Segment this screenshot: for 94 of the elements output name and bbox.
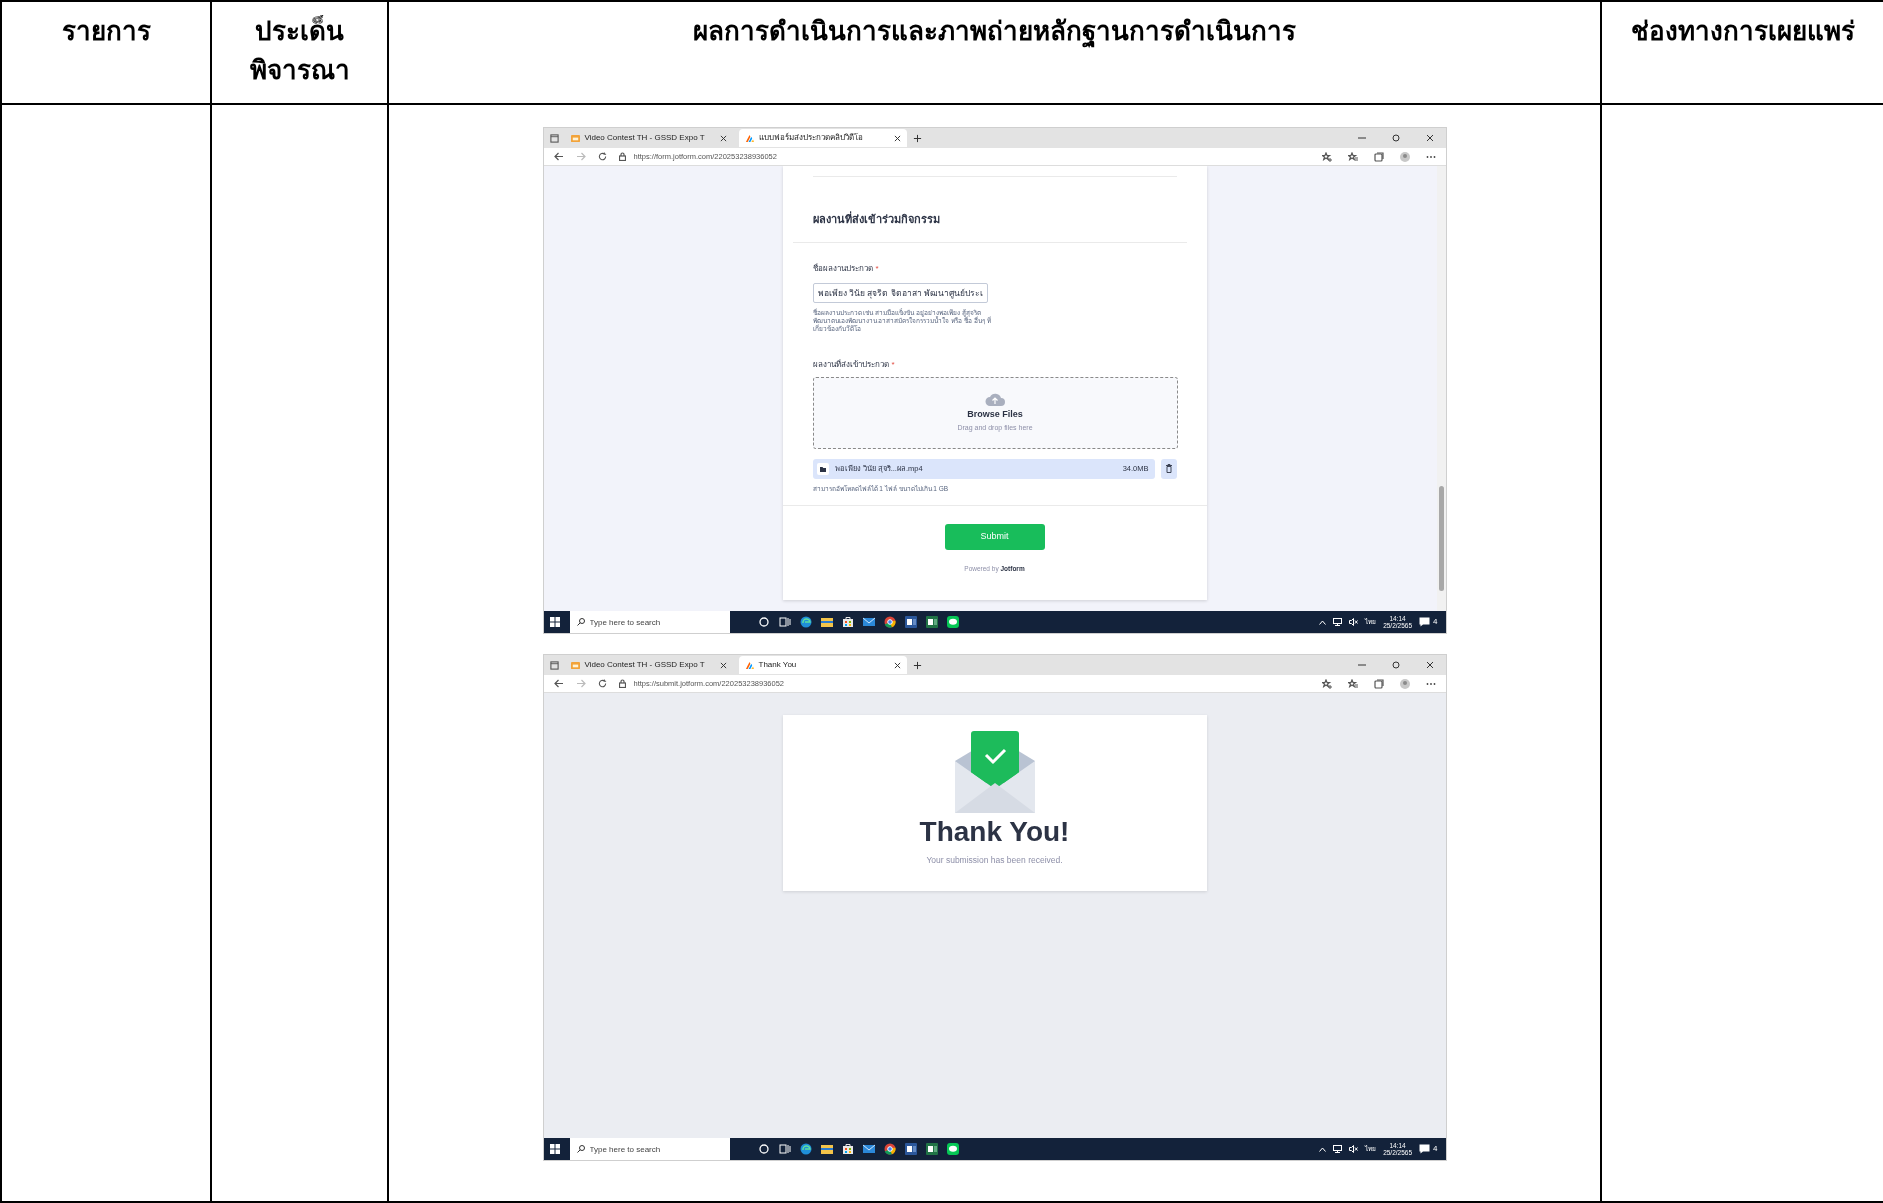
tab-title: แบบฟอร์มส่งประกวดคลิปวิดีโอ [758,132,864,144]
chrome-browser-icon[interactable] [883,1143,896,1155]
new-tab-icon[interactable] [912,133,922,143]
column-header: รายการ [60,15,152,48]
notification-icon[interactable] [1419,1144,1431,1154]
column-header: ผลการดำเนินการและภาพถ่ายหลักฐานการดำเนินการ [692,15,1297,50]
lock-icon [618,152,626,161]
speaker-muted-icon[interactable] [1349,1145,1359,1153]
column-header: ประเด็น พิจารณา [248,14,351,87]
back-arrow-icon[interactable] [553,679,564,688]
search-icon [576,618,585,626]
collections-icon[interactable] [1373,678,1384,689]
lock-icon [618,679,626,688]
tab-title: Thank You [758,659,798,671]
cloud-upload-icon [985,391,1005,406]
search-icon [576,1145,585,1153]
notification-count: 4 [1433,616,1438,628]
more-icon[interactable] [1425,681,1436,686]
star-plus-icon[interactable] [1321,678,1332,689]
browser-icon[interactable] [799,1143,812,1155]
folder-icon [816,462,829,475]
circle-icon[interactable] [757,1143,770,1155]
browser-tab[interactable]: Video Contest TH - GSSD Expo T [564,129,733,147]
section-title: ผลงานที่ส่งเข้าร่วมกิจกรรม [812,211,940,227]
chat-app-icon[interactable] [946,1143,959,1155]
store-icon[interactable] [841,616,854,628]
spreadsheet-app-icon[interactable] [925,1143,938,1155]
chrome-browser-icon[interactable] [883,616,896,628]
folder-icon[interactable] [820,616,833,628]
windows-logo-icon[interactable] [549,617,560,627]
form-favicon-icon [744,660,754,670]
mail-icon[interactable] [862,616,875,628]
tab-title: Video Contest TH - GSSD Expo T [584,132,706,144]
windows-logo-icon[interactable] [549,1144,560,1154]
search-field[interactable]: Type here to search [569,1138,730,1160]
restore-icon[interactable] [1391,134,1400,142]
minimize-icon[interactable] [1357,661,1366,669]
thank-you-title: Thank You! [919,817,1070,848]
collections-icon[interactable] [1373,151,1384,162]
task-view-icon[interactable] [778,1143,791,1155]
close-icon[interactable] [1425,661,1434,669]
notification-count: 4 [1433,1143,1438,1155]
tab-actions-icon[interactable] [549,133,559,143]
more-icon[interactable] [1425,154,1436,159]
restore-icon[interactable] [1391,661,1400,669]
minimize-icon[interactable] [1357,134,1366,142]
browser-icon[interactable] [799,616,812,628]
browser-tab[interactable]: Thank You [738,656,907,674]
column-header: ช่องทางการเผยแพร่ [1629,15,1856,48]
new-tab-icon[interactable] [912,660,922,670]
site-favicon-icon [570,660,580,670]
site-favicon-icon [570,133,580,143]
document-app-icon[interactable] [904,1143,917,1155]
folder-icon[interactable] [820,1143,833,1155]
close-icon[interactable] [719,134,727,142]
scrollbar[interactable] [1436,166,1446,611]
favorites-icon[interactable] [1347,151,1358,162]
speaker-muted-icon[interactable] [1349,618,1359,626]
trash-icon [1165,464,1172,474]
dropzone-title: Browse Files [967,407,1023,421]
favorites-icon[interactable] [1347,678,1358,689]
network-icon[interactable] [1333,618,1343,626]
close-icon[interactable] [719,661,727,669]
tab-actions-icon[interactable] [549,660,559,670]
chevron-up-icon[interactable] [1319,1146,1327,1152]
chat-app-icon[interactable] [946,616,959,628]
document-app-icon[interactable] [904,616,917,628]
profile-avatar-icon[interactable] [1399,151,1410,162]
field-label: ผลงานที่ส่งเข้าประกวด * [812,358,895,371]
browser-tab[interactable]: แบบฟอร์มส่งประกวดคลิปวิดีโอ [738,129,907,147]
confirmation-message: Your submission has been received. [926,853,1063,867]
form-favicon-icon [744,133,754,143]
text-field[interactable]: พอเพียง วินัย สุจริต จิตอาสา พัฒนาศูนย์ประเ [812,282,988,303]
task-view-icon[interactable] [778,616,791,628]
close-icon[interactable] [1425,134,1434,142]
store-icon[interactable] [841,1143,854,1155]
spreadsheet-app-icon[interactable] [925,616,938,628]
close-icon[interactable] [893,661,901,669]
circle-icon[interactable] [757,616,770,628]
refresh-icon[interactable] [597,679,607,688]
tab-title: Video Contest TH - GSSD Expo T [584,659,706,671]
star-plus-icon[interactable] [1321,151,1332,162]
field-label: ชื่อผลงานประกวด * [812,262,879,275]
notification-icon[interactable] [1419,617,1431,627]
browser-tab[interactable]: Video Contest TH - GSSD Expo T [564,656,733,674]
network-icon[interactable] [1333,1145,1343,1153]
profile-avatar-icon[interactable] [1399,678,1410,689]
mail-icon[interactable] [862,1143,875,1155]
delete-button[interactable] [1160,458,1177,479]
back-arrow-icon[interactable] [553,152,564,161]
refresh-icon[interactable] [597,152,607,161]
search-field[interactable]: Type here to search [569,611,730,633]
close-icon[interactable] [893,134,901,142]
chevron-up-icon[interactable] [1319,619,1327,625]
